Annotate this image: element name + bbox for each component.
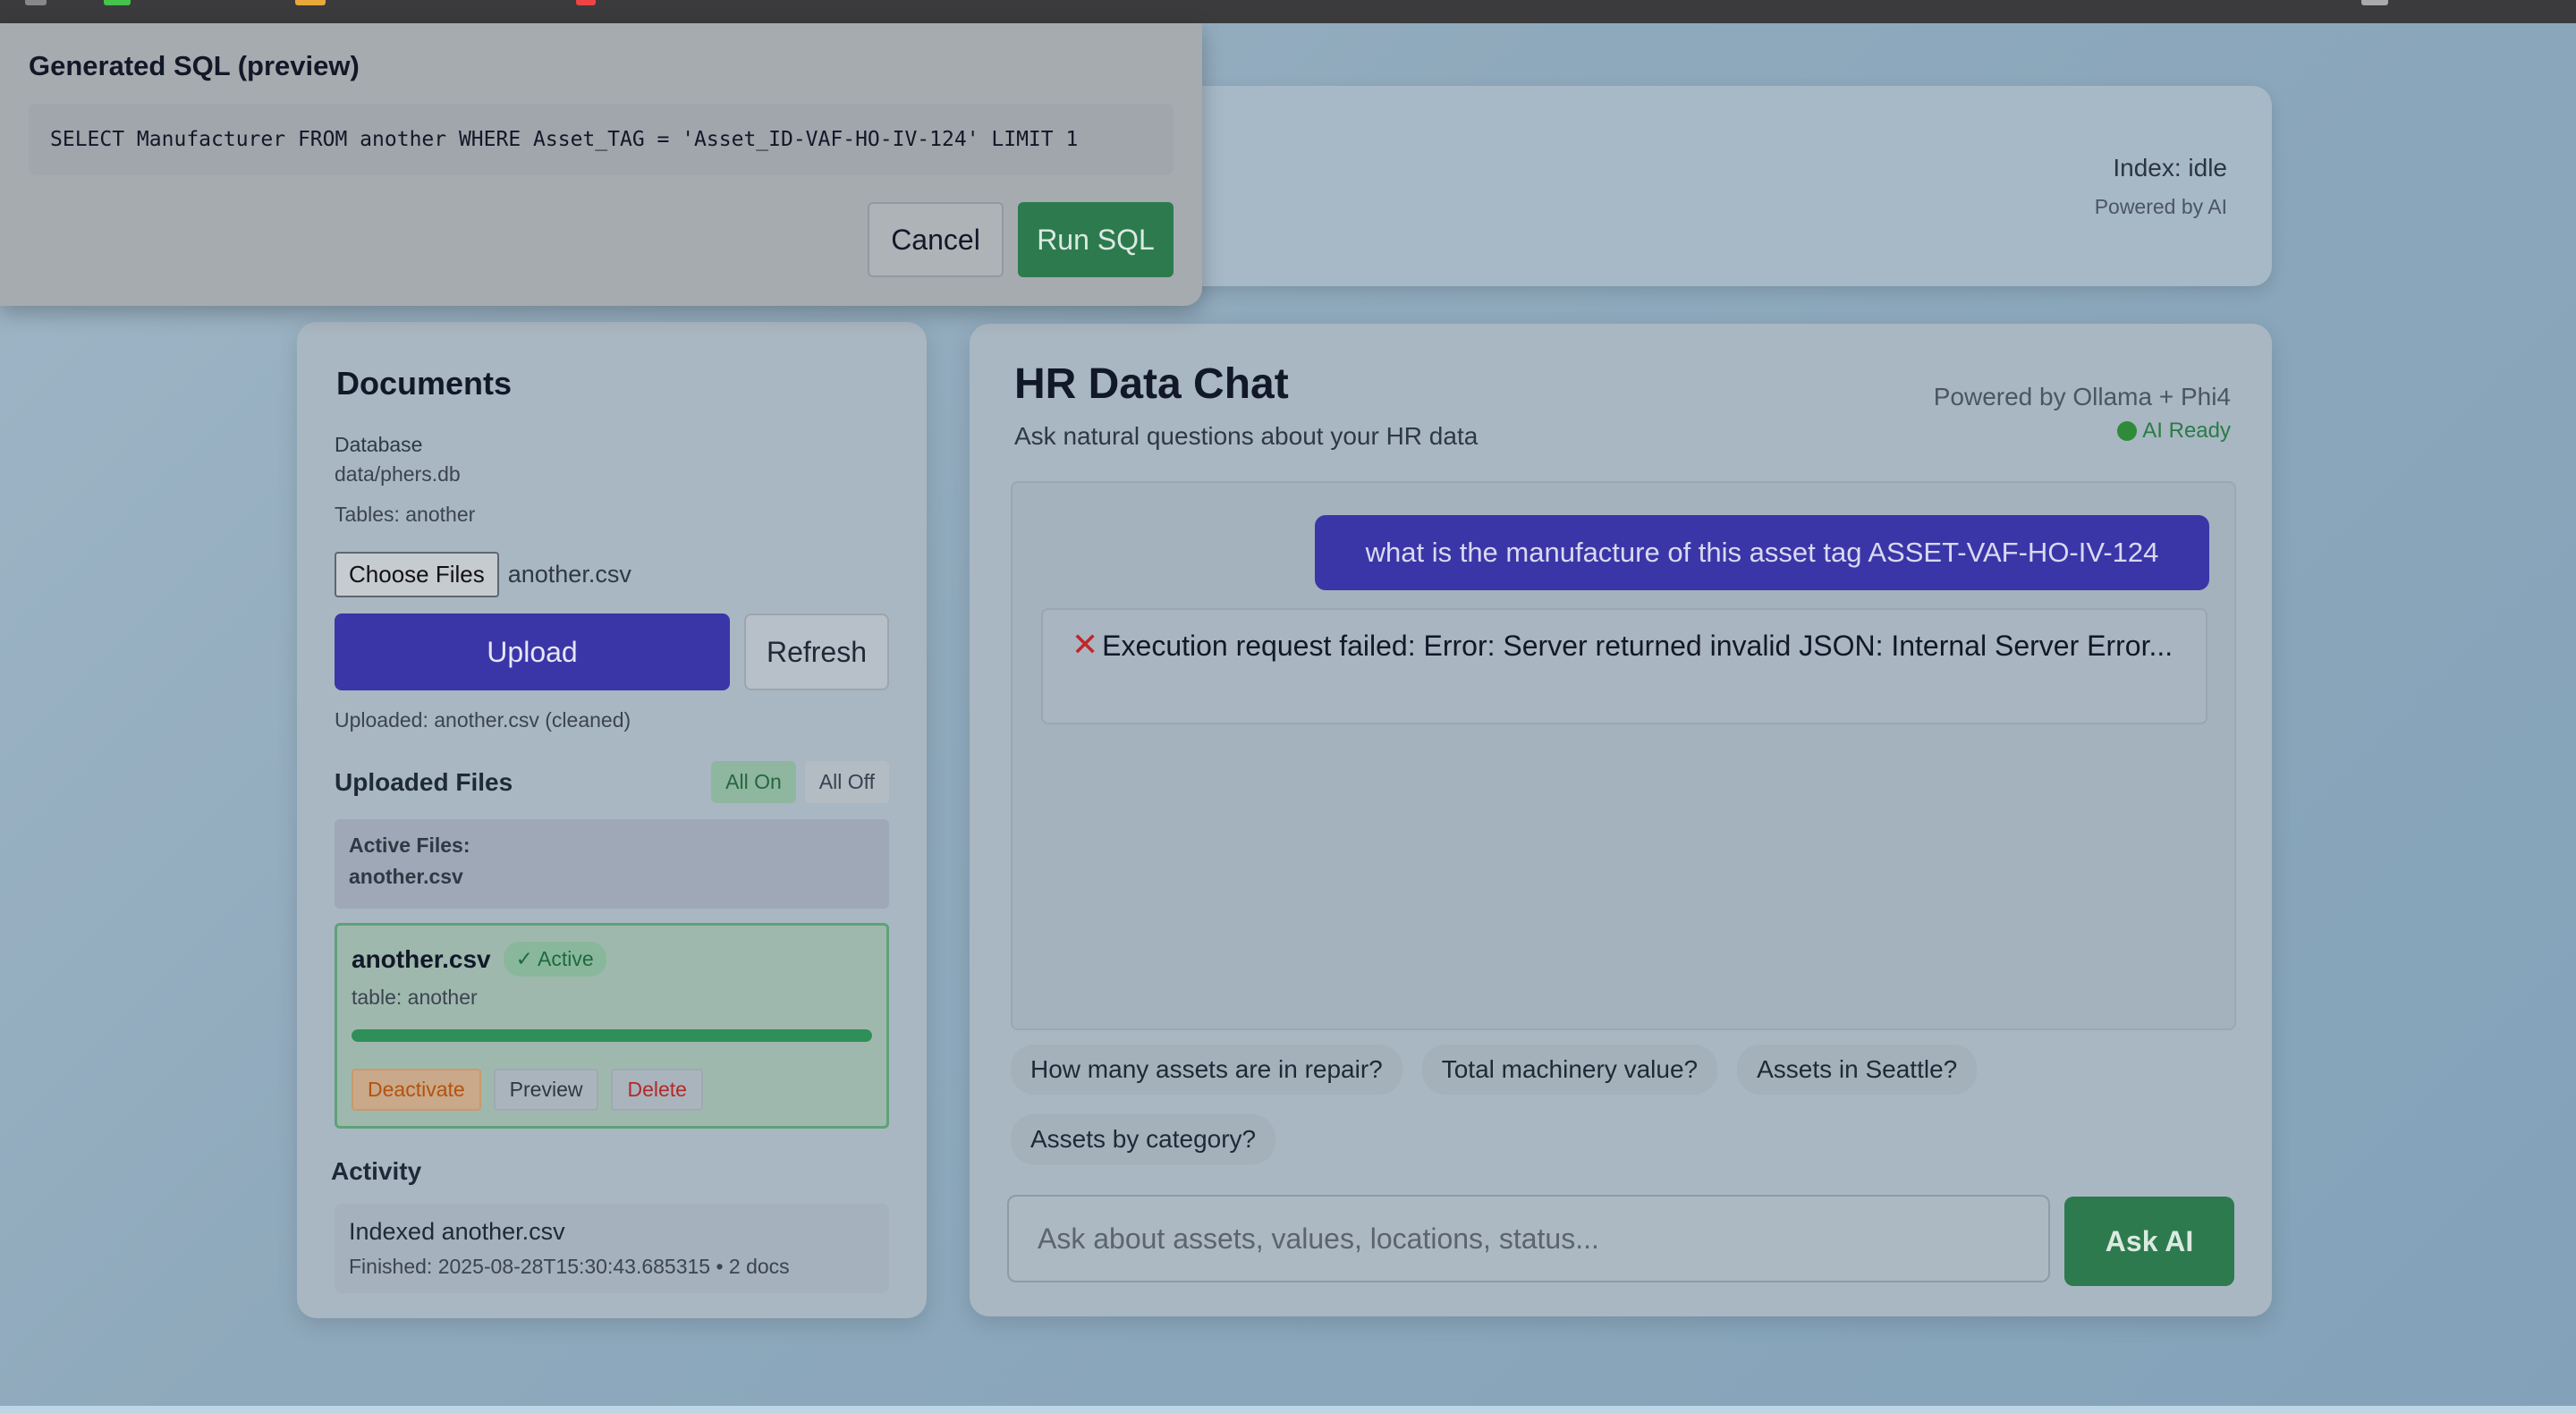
bot-message: ✕ Execution request failed: Error: Server… — [1041, 608, 2207, 724]
suggestion-chip[interactable]: Assets by category? — [1011, 1114, 1276, 1164]
app-icon — [104, 0, 131, 5]
suggestion-chip[interactable]: Assets in Seattle? — [1737, 1045, 1978, 1095]
file-picker: Choose Files another.csv — [335, 552, 889, 597]
documents-panel: Documents Database data/phers.db Tables:… — [297, 322, 927, 1318]
sql-preview-modal: Generated SQL (preview) SELECT Manufactu… — [0, 23, 1202, 306]
activity-item: Indexed another.csv Finished: 2025-08-28… — [335, 1204, 889, 1293]
database-tables: Tables: another — [335, 503, 476, 526]
file-card-actions: Deactivate Preview Delete — [352, 1069, 872, 1111]
chat-title: HR Data Chat — [1014, 360, 1289, 408]
header-card: Index: idle Powered by AI — [1181, 86, 2272, 286]
index-status: Index: idle — [2113, 154, 2227, 182]
sql-modal-title: Generated SQL (preview) — [29, 50, 360, 81]
powered-by-label: Powered by AI — [2094, 195, 2227, 218]
upload-button[interactable]: Upload — [335, 613, 730, 690]
chat-powered-by: Powered by Ollama + Phi4 — [1933, 383, 2231, 410]
run-sql-button[interactable]: Run SQL — [1018, 202, 1174, 277]
preview-button[interactable]: Preview — [493, 1069, 599, 1111]
message-list[interactable]: what is the manufacture of this asset ta… — [1011, 481, 2236, 1030]
ai-status: AI Ready — [2117, 419, 2231, 444]
activity-title: Activity — [331, 1157, 422, 1185]
suggestion-chips: How many assets are in repair? Total mac… — [1011, 1045, 2066, 1164]
cancel-button[interactable]: Cancel — [868, 202, 1004, 277]
app-icon — [295, 0, 326, 5]
all-off-button[interactable]: All Off — [804, 761, 889, 803]
choose-files-button[interactable]: Choose Files — [335, 552, 499, 597]
database-label: Database — [335, 433, 423, 456]
suggestion-chip[interactable]: How many assets are in repair? — [1011, 1045, 1402, 1095]
database-path: data/phers.db — [335, 462, 461, 486]
active-files-box: Active Files: another.csv — [335, 819, 889, 909]
app-icon — [25, 0, 47, 5]
chat-panel: HR Data Chat Ask natural questions about… — [970, 324, 2272, 1316]
file-card: another.csv ✓ Active table: another Deac… — [335, 923, 889, 1129]
os-menu-bar — [0, 0, 2576, 23]
chosen-file-name: another.csv — [507, 561, 631, 588]
user-message: what is the manufacture of this asset ta… — [1315, 515, 2209, 590]
status-badge: ✓ Active — [503, 942, 606, 977]
uploaded-files-title: Uploaded Files — [335, 767, 513, 796]
deactivate-button[interactable]: Deactivate — [352, 1069, 481, 1111]
sql-code-block: SELECT Manufacturer FROM another WHERE A… — [29, 104, 1174, 175]
file-card-name: another.csv — [352, 944, 491, 973]
active-files-label: Active Files: — [349, 833, 470, 857]
upload-actions: Upload Refresh — [335, 613, 889, 690]
bottom-strip — [0, 1406, 2576, 1413]
documents-title: Documents — [336, 365, 513, 402]
all-on-button[interactable]: All On — [711, 761, 796, 803]
activity-item-subtitle: Finished: 2025-08-28T15:30:43.685315 • 2… — [349, 1255, 790, 1278]
ai-status-label: AI Ready — [2142, 419, 2231, 443]
bot-message-text: Execution request failed: Error: Server … — [1102, 630, 2174, 662]
delete-button[interactable]: Delete — [611, 1069, 703, 1111]
status-dot-icon — [2117, 421, 2138, 441]
app-icon — [2361, 0, 2388, 5]
chat-subtitle: Ask natural questions about your HR data — [1014, 422, 1479, 450]
progress-fill — [352, 1029, 872, 1042]
toggle-group: All On All Off — [711, 761, 889, 803]
file-card-table: table: another — [352, 986, 478, 1009]
progress-bar — [352, 1029, 872, 1042]
suggestion-chip[interactable]: Total machinery value? — [1421, 1045, 1718, 1095]
refresh-button[interactable]: Refresh — [744, 613, 889, 690]
app-icon — [576, 0, 596, 5]
ask-ai-button[interactable]: Ask AI — [2064, 1197, 2234, 1286]
active-files-value: another.csv — [349, 865, 463, 888]
ask-input[interactable] — [1007, 1195, 2050, 1282]
error-x-icon: ✕ — [1072, 626, 1099, 663]
upload-status: Uploaded: another.csv (cleaned) — [335, 708, 631, 732]
uploaded-files-header: Uploaded Files All On All Off — [335, 761, 889, 803]
activity-item-title: Indexed another.csv — [349, 1218, 565, 1245]
